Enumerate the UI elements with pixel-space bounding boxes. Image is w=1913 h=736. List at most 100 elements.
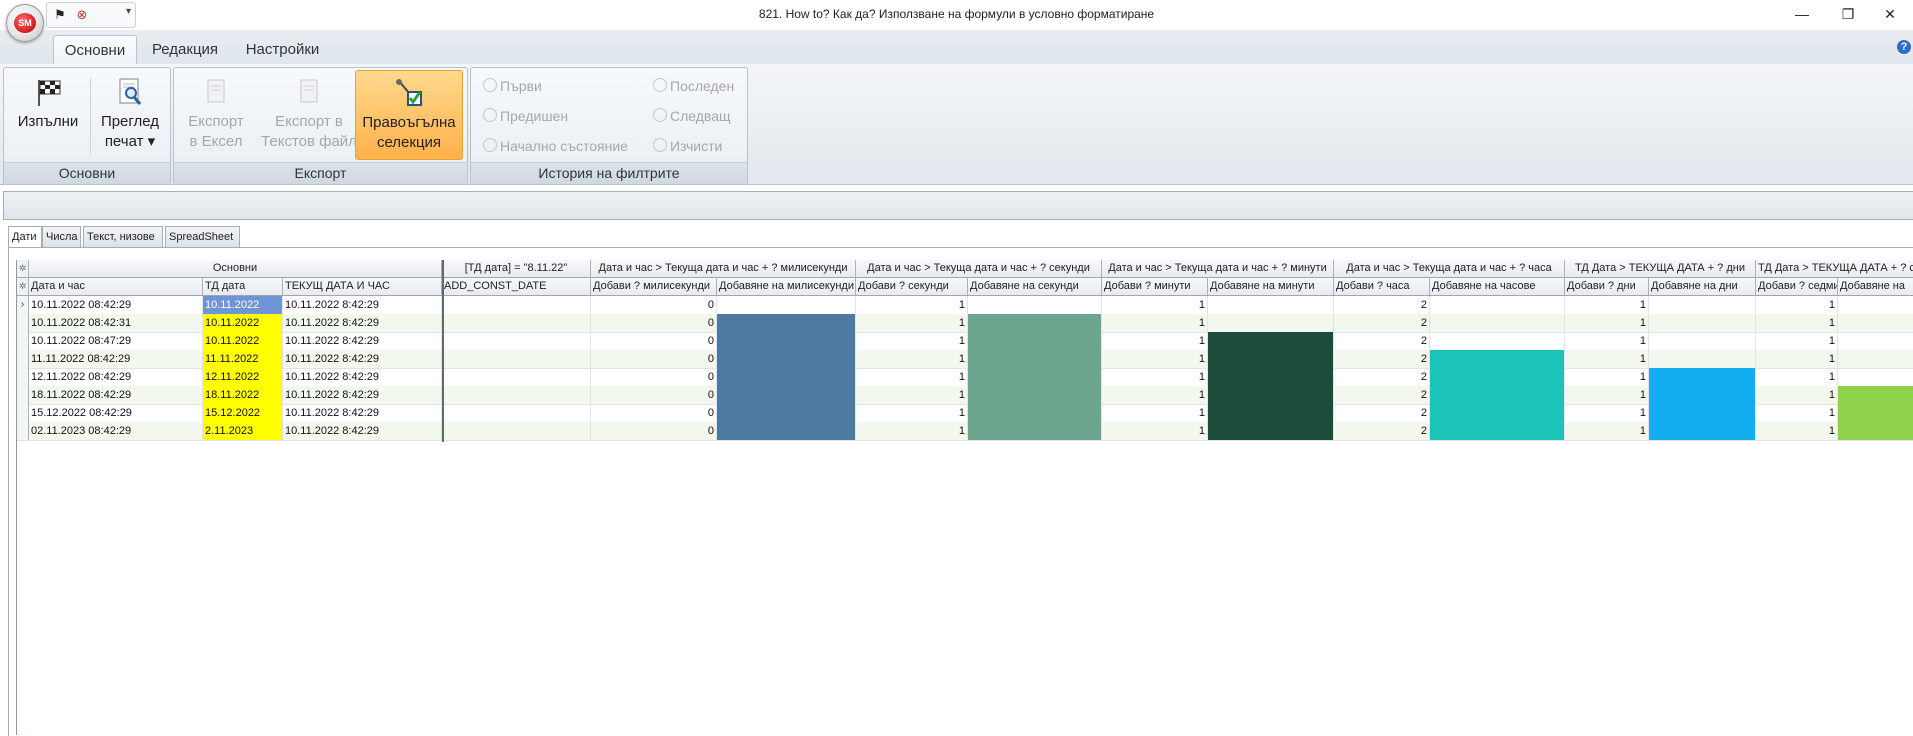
band-header-seconds[interactable]: Дата и час > Текуща дата и час + ? секун… [856, 260, 1102, 277]
col-days-result-cell[interactable] [1649, 314, 1756, 332]
col-td-date-cell[interactable]: 11.11.2022 [203, 350, 283, 368]
col-weeks-result-cell[interactable] [1838, 296, 1913, 314]
col-hours-result-cell[interactable] [1430, 314, 1565, 332]
row-indicator[interactable] [17, 314, 29, 332]
col-td-date-header[interactable]: ТД дата [203, 278, 283, 295]
col-current-datetime-cell[interactable]: 10.11.2022 8:42:29 [283, 404, 442, 422]
col-add-weeks-header[interactable]: Добави ? седмици [1756, 278, 1838, 295]
filter-panel[interactable] [3, 191, 1913, 220]
col-td-date-cell[interactable]: 10.11.2022 [203, 332, 283, 350]
band-header-milliseconds[interactable]: Дата и час > Текуща дата и час + ? милис… [591, 260, 856, 277]
col-days-result-cell[interactable] [1649, 350, 1756, 368]
col-add-sec-cell[interactable]: 1 [856, 314, 968, 332]
table-row[interactable]: 10.11.2022 08:47:29 10.11.2022 10.11.2022 … [17, 332, 1913, 351]
col-add-ms-cell[interactable]: 0 [591, 314, 717, 332]
col-add-sec-cell[interactable]: 1 [856, 332, 968, 350]
tab-edit[interactable]: Редакция [145, 35, 225, 64]
col-min-result-cell[interactable] [1208, 314, 1334, 332]
col-td-date-cell[interactable]: 12.11.2022 [203, 368, 283, 386]
col-ms-result-header[interactable]: Добавяне на милисекунди [717, 278, 856, 295]
col-add-min-cell[interactable]: 1 [1102, 296, 1208, 314]
col-add-sec-cell[interactable]: 1 [856, 422, 968, 440]
col-sec-result-cell[interactable] [968, 314, 1102, 332]
col-date-time-cell[interactable]: 12.11.2022 08:42:29 [29, 368, 203, 386]
rectangular-selection-button[interactable]: Правоъгълна селекция [355, 70, 463, 160]
col-weeks-result-cell[interactable] [1838, 422, 1913, 440]
col-add-const-date-cell[interactable] [442, 296, 591, 314]
col-add-weeks-cell[interactable]: 1 [1756, 386, 1838, 404]
col-ms-result-cell[interactable] [717, 296, 856, 314]
band-corner-icon[interactable]: ✲ [17, 260, 29, 277]
col-hours-result-cell[interactable] [1430, 368, 1565, 386]
col-add-const-date-cell[interactable] [442, 386, 591, 404]
col-add-sec-cell[interactable]: 1 [856, 368, 968, 386]
col-add-ms-header[interactable]: Добави ? милисекунди [591, 278, 717, 295]
col-min-result-header[interactable]: Добавяне на минути [1208, 278, 1334, 295]
col-current-datetime-cell[interactable]: 10.11.2022 8:42:29 [283, 314, 442, 332]
col-sec-result-cell[interactable] [968, 386, 1102, 404]
col-add-sec-cell[interactable]: 1 [856, 350, 968, 368]
col-add-days-cell[interactable]: 1 [1565, 314, 1649, 332]
col-add-min-cell[interactable]: 1 [1102, 314, 1208, 332]
col-weeks-result-cell[interactable] [1838, 368, 1913, 386]
col-add-ms-cell[interactable]: 0 [591, 350, 717, 368]
col-add-const-date-cell[interactable] [442, 422, 591, 440]
col-date-time-cell[interactable]: 10.11.2022 08:47:29 [29, 332, 203, 350]
tab-numbers[interactable]: Числа [42, 226, 81, 248]
col-min-result-cell[interactable] [1208, 386, 1334, 404]
col-current-datetime-cell[interactable]: 10.11.2022 8:42:29 [283, 386, 442, 404]
history-clear-button[interactable]: Изчисти [653, 138, 722, 154]
col-sec-result-cell[interactable] [968, 404, 1102, 422]
band-header-weeks[interactable]: ТД Дата > ТЕКУЩА ДАТА + ? седмици [1756, 260, 1913, 277]
col-add-weeks-cell[interactable]: 1 [1756, 404, 1838, 422]
col-days-result-cell[interactable] [1649, 404, 1756, 422]
col-sec-result-cell[interactable] [968, 332, 1102, 350]
col-add-ms-cell[interactable]: 0 [591, 404, 717, 422]
col-hours-result-cell[interactable] [1430, 404, 1565, 422]
col-hours-result-header[interactable]: Добавяне на часове [1430, 278, 1565, 295]
col-ms-result-cell[interactable] [717, 422, 856, 440]
col-min-result-cell[interactable] [1208, 368, 1334, 386]
history-first-button[interactable]: Първи [483, 78, 542, 94]
col-add-sec-cell[interactable]: 1 [856, 386, 968, 404]
run-button[interactable]: Изпълни [8, 70, 88, 160]
table-row[interactable]: 15.12.2022 08:42:29 15.12.2022 10.11.2022 … [17, 404, 1913, 423]
export-text-button[interactable]: Експорт в Текстов файл [254, 70, 364, 160]
col-weeks-result-cell[interactable] [1838, 404, 1913, 422]
col-add-min-cell[interactable]: 1 [1102, 404, 1208, 422]
col-add-const-date-cell[interactable] [442, 314, 591, 332]
col-add-ms-cell[interactable]: 0 [591, 368, 717, 386]
col-ms-result-cell[interactable] [717, 368, 856, 386]
help-icon[interactable]: ? [1897, 40, 1911, 54]
table-row[interactable]: 18.11.2022 08:42:29 18.11.2022 10.11.2022 … [17, 386, 1913, 405]
tab-text-strings[interactable]: Текст, низове [83, 226, 163, 248]
col-sec-result-cell[interactable] [968, 368, 1102, 386]
col-td-date-cell[interactable]: 10.11.2022 [203, 296, 283, 314]
band-header-minutes[interactable]: Дата и час > Текуща дата и час + ? минут… [1102, 260, 1334, 277]
tab-main[interactable]: Основни [53, 35, 137, 65]
col-td-date-cell[interactable]: 2.11.2023 [203, 422, 283, 440]
col-add-days-cell[interactable]: 1 [1565, 296, 1649, 314]
col-add-days-header[interactable]: Добави ? дни [1565, 278, 1649, 295]
application-menu-button[interactable]: SM [6, 4, 44, 42]
col-min-result-cell[interactable] [1208, 332, 1334, 350]
col-add-weeks-cell[interactable]: 1 [1756, 368, 1838, 386]
band-header-td-date[interactable]: [ТД дата] = "8.11.22" [442, 260, 591, 277]
row-indicator[interactable] [17, 422, 29, 440]
col-add-hours-cell[interactable]: 2 [1334, 404, 1430, 422]
tab-settings[interactable]: Настройки [235, 35, 330, 64]
data-grid[interactable]: ✲ Основни [ТД дата] = "8.11.22" Дата и ч… [16, 260, 1913, 735]
col-add-ms-cell[interactable]: 0 [591, 422, 717, 440]
col-weeks-result-cell[interactable] [1838, 332, 1913, 350]
col-td-date-cell[interactable]: 15.12.2022 [203, 404, 283, 422]
export-excel-button[interactable]: Експорт в Ексел [178, 70, 254, 160]
table-row[interactable]: 12.11.2022 08:42:29 12.11.2022 10.11.2022 … [17, 368, 1913, 387]
tab-spreadsheet[interactable]: SpreadSheet [165, 226, 240, 248]
col-ms-result-cell[interactable] [717, 386, 856, 404]
close-button[interactable]: ✕ [1867, 0, 1913, 30]
col-date-time-cell[interactable]: 15.12.2022 08:42:29 [29, 404, 203, 422]
col-add-hours-header[interactable]: Добави ? часа [1334, 278, 1430, 295]
col-weeks-result-cell[interactable] [1838, 314, 1913, 332]
col-ms-result-cell[interactable] [717, 332, 856, 350]
col-add-days-cell[interactable]: 1 [1565, 332, 1649, 350]
